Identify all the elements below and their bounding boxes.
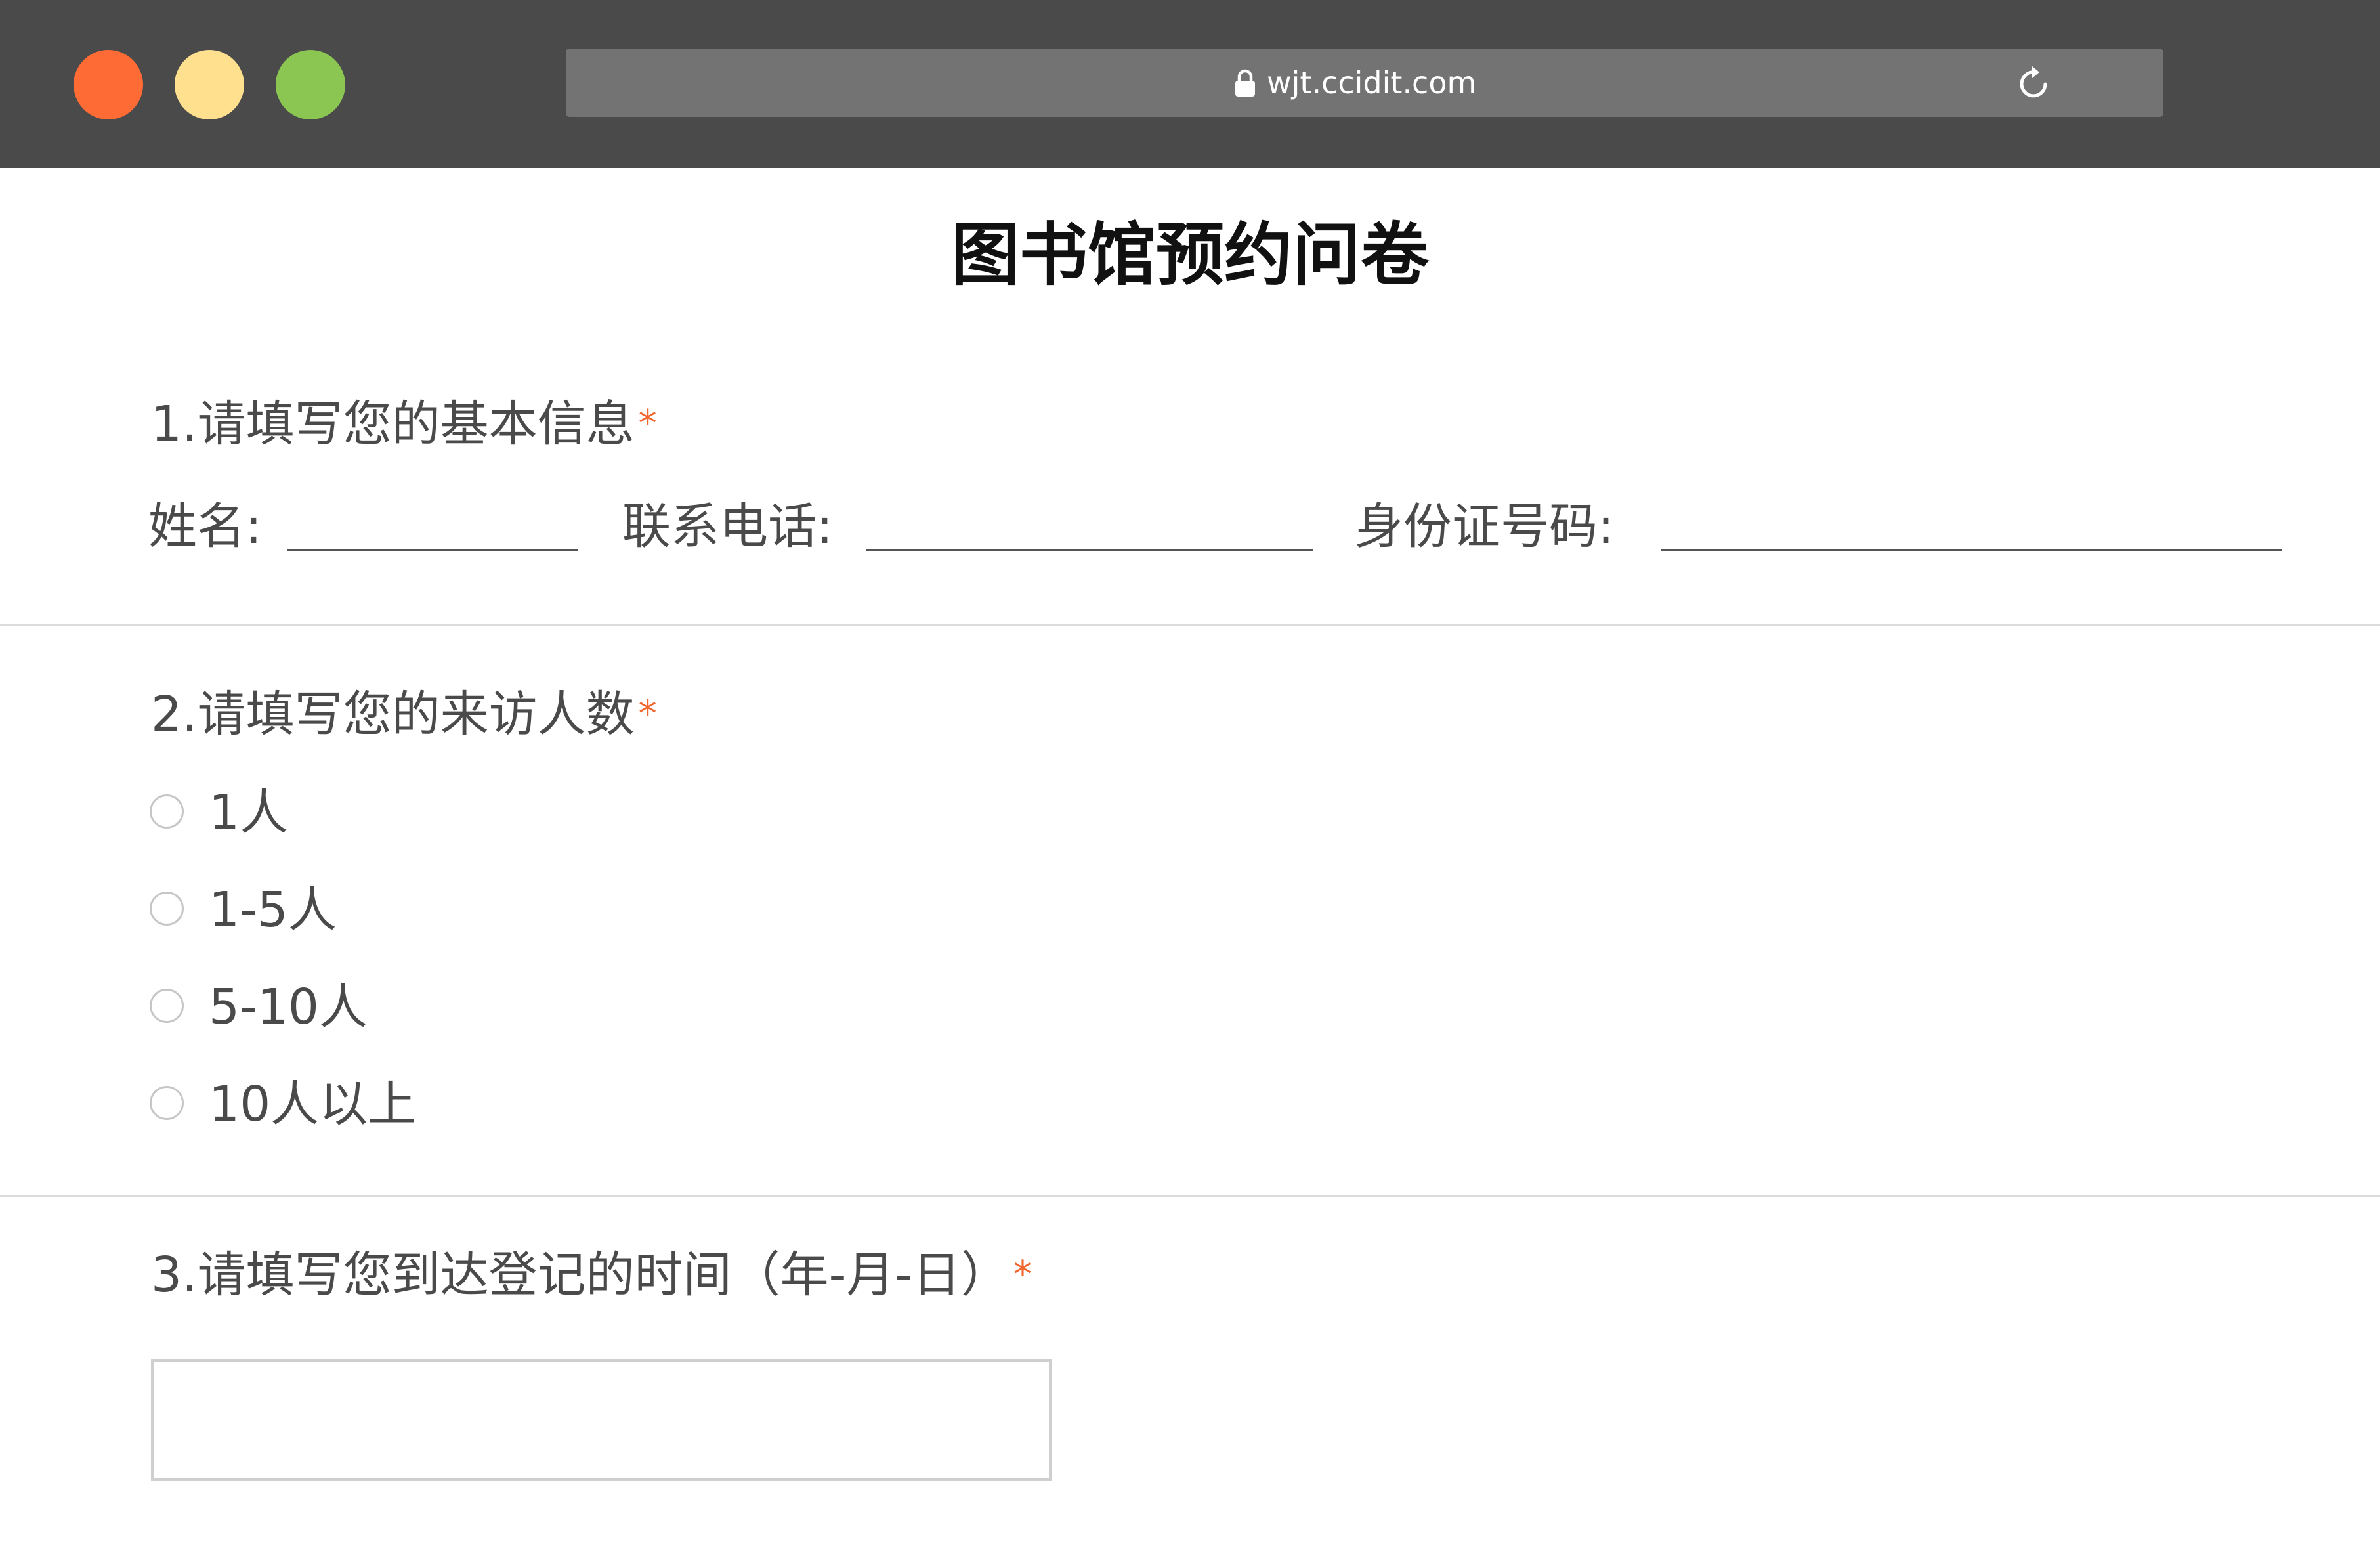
- minimize-window-button[interactable]: [175, 50, 244, 119]
- lock-icon: [1235, 69, 1255, 97]
- question-3-text: 3.请填写您到达登记的时间（年-月-日）: [151, 1247, 1010, 1303]
- radio-button[interactable]: [150, 892, 184, 926]
- question-2-text: 2.请填写您的来访人数: [151, 686, 635, 743]
- question-3-title: 3.请填写您到达登记的时间（年-月-日） *: [151, 1242, 1032, 1308]
- maximize-window-button[interactable]: [276, 50, 345, 119]
- phone-label: 联系电话:: [622, 498, 833, 555]
- question-2-title: 2.请填写您的来访人数 *: [151, 681, 657, 747]
- id-number-field[interactable]: [1661, 549, 2282, 551]
- option-label[interactable]: 10人以上: [209, 1071, 416, 1137]
- option-label[interactable]: 1-5人: [209, 877, 337, 943]
- page-title: 图书馆预约问卷: [950, 215, 1429, 295]
- url-text[interactable]: wjt.ccidit.com: [1267, 58, 1476, 108]
- phone-field[interactable]: [866, 549, 1313, 551]
- browser-titlebar: wjt.ccidit.com: [0, 0, 2380, 168]
- section-divider: [0, 1195, 2380, 1197]
- radio-button[interactable]: [150, 989, 184, 1023]
- id-number-label: 身份证号码:: [1355, 498, 1614, 555]
- name-field[interactable]: [287, 549, 578, 551]
- radio-button[interactable]: [150, 1086, 184, 1120]
- address-bar[interactable]: wjt.ccidit.com: [566, 49, 2163, 117]
- required-asterisk: *: [638, 693, 657, 735]
- option-label[interactable]: 1人: [209, 780, 288, 846]
- radio-button[interactable]: [150, 794, 184, 829]
- question-1-title: 1.请填写您的基本信息 *: [151, 391, 657, 457]
- name-label: 姓名:: [148, 498, 262, 555]
- arrival-date-input[interactable]: [151, 1359, 1052, 1481]
- required-asterisk: *: [638, 402, 657, 445]
- reload-icon[interactable]: [2015, 64, 2052, 101]
- required-asterisk: *: [1013, 1253, 1032, 1296]
- close-window-button[interactable]: [74, 50, 143, 119]
- question-1-text: 1.请填写您的基本信息: [151, 396, 635, 452]
- option-label[interactable]: 5-10人: [209, 974, 368, 1040]
- section-divider: [0, 624, 2380, 626]
